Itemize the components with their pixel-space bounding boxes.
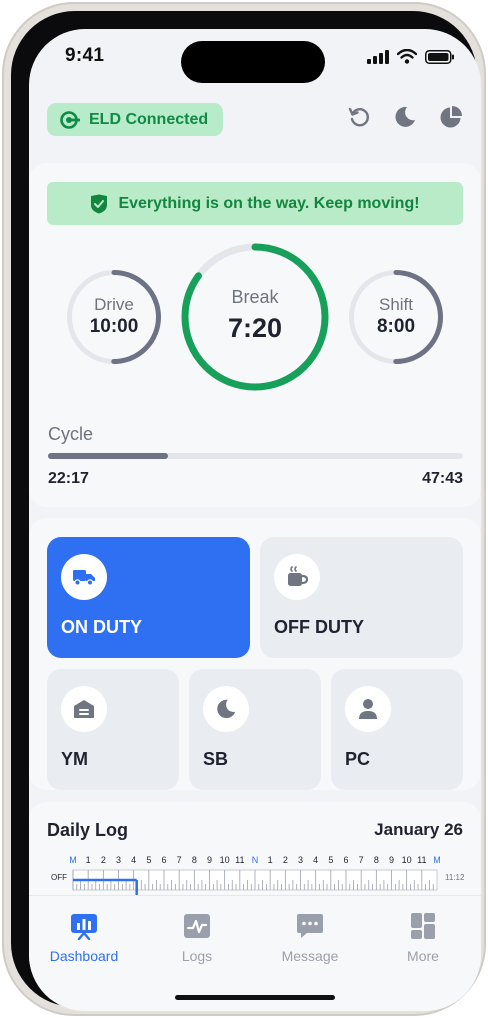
tab-logs-label: Logs <box>181 948 213 964</box>
device-bezel: 9:41 ELD Connected Everything is on the … <box>11 11 481 1011</box>
tab-bar: Dashboard Logs Message More <box>29 895 481 1011</box>
on-duty-button[interactable]: ON DUTY <box>47 537 250 658</box>
tab-more-label: More <box>407 948 439 964</box>
break-label: Break <box>231 287 279 307</box>
pc-label: PC <box>345 749 371 769</box>
dynamic-island <box>181 41 325 83</box>
log-hour-label: 1 <box>86 855 91 865</box>
log-hour-label: 9 <box>389 855 394 865</box>
cycle-remaining: 47:43 <box>422 470 463 487</box>
drive-gauge: Drive 10:00 <box>66 269 162 365</box>
app-screen: 9:41 ELD Connected Everything is on the … <box>29 29 481 1011</box>
tab-dashboard-label: Dashboard <box>49 948 119 964</box>
log-row-label: OFF <box>51 873 67 882</box>
log-hour-label: 3 <box>116 855 121 865</box>
tab-message[interactable]: Message <box>255 912 365 964</box>
shield-check-icon <box>91 194 108 213</box>
log-hour-label: M <box>433 855 441 865</box>
sb-button[interactable]: SB <box>189 669 321 790</box>
status-time: 9:41 <box>65 45 105 66</box>
eld-link-icon <box>60 110 80 129</box>
log-hour-label: 10 <box>220 855 230 865</box>
person-icon <box>345 686 391 732</box>
log-hour-label: 10 <box>402 855 412 865</box>
log-hour-label: 11 <box>235 855 244 865</box>
log-hour-label: 2 <box>283 855 288 865</box>
cycle-progress-bar <box>48 453 463 459</box>
sb-label: SB <box>203 749 229 769</box>
sleeper-moon-icon <box>203 686 249 732</box>
hos-card: Everything is on the way. Keep moving! D… <box>29 163 481 507</box>
grid-icon <box>411 913 435 939</box>
log-hour-label: 7 <box>359 855 364 865</box>
ym-label: YM <box>61 749 88 769</box>
log-hour-label: 4 <box>131 855 136 865</box>
log-hour-label: 6 <box>161 855 166 865</box>
cycle-label: Cycle <box>48 424 94 444</box>
log-row-total: 11:12 <box>445 873 465 882</box>
cycle-used: 22:17 <box>48 470 89 487</box>
coffee-icon <box>274 554 320 600</box>
logs-icon <box>184 914 210 938</box>
log-hour-label: 3 <box>298 855 303 865</box>
yard-icon <box>61 686 107 732</box>
timer-gauges: Drive 10:00 Break 7:20 Shift 8:00 <box>29 243 481 403</box>
cycle-progress-fill <box>48 453 169 459</box>
off-duty-label: OFF DUTY <box>274 617 364 637</box>
daily-log-title: Daily Log <box>47 820 129 840</box>
message-icon <box>297 914 323 938</box>
shift-value: 8:00 <box>376 316 416 337</box>
pc-button[interactable]: PC <box>331 669 463 790</box>
device-frame: 9:41 ELD Connected Everything is on the … <box>2 2 486 1016</box>
tab-message-label: Message <box>281 948 339 964</box>
log-hour-label: 7 <box>177 855 182 865</box>
home-indicator <box>175 995 335 1000</box>
log-hour-label: 8 <box>374 855 379 865</box>
on-duty-label: ON DUTY <box>61 617 142 637</box>
log-hour-label: M <box>69 855 77 865</box>
shift-gauge: Shift 8:00 <box>348 269 444 365</box>
truck-icon <box>61 554 107 600</box>
log-hour-label: N <box>252 855 259 865</box>
header-actions <box>347 105 463 129</box>
log-hour-label: 11 <box>417 855 426 865</box>
tab-more[interactable]: More <box>368 912 478 964</box>
tab-logs[interactable]: Logs <box>142 912 252 964</box>
shift-label: Shift <box>378 295 414 314</box>
eld-status-text: ELD Connected <box>89 110 209 128</box>
daily-log-date: January 26 <box>374 820 463 839</box>
battery-icon <box>425 49 454 64</box>
log-hour-label: 5 <box>328 855 333 865</box>
moon-icon[interactable] <box>393 105 417 129</box>
refresh-icon[interactable] <box>347 105 371 129</box>
drive-label: Drive <box>94 295 134 314</box>
log-hour-label: 6 <box>343 855 348 865</box>
drive-value: 10:00 <box>89 316 139 337</box>
off-duty-button[interactable]: OFF DUTY <box>260 537 463 658</box>
pie-chart-icon[interactable] <box>439 105 463 129</box>
log-hour-label: 8 <box>192 855 197 865</box>
wifi-icon <box>397 49 417 64</box>
ym-button[interactable]: YM <box>47 669 179 790</box>
duty-status-card: ON DUTY OFF DUTY YM SB PC <box>29 518 481 790</box>
status-alert: Everything is on the way. Keep moving! <box>47 182 463 225</box>
tab-dashboard[interactable]: Dashboard <box>29 912 139 964</box>
status-icons <box>367 49 455 64</box>
log-hour-label: 5 <box>146 855 151 865</box>
log-hour-label: 1 <box>268 855 273 865</box>
break-value: 7:20 <box>227 313 283 343</box>
signal-icon <box>367 49 389 64</box>
alert-message: Everything is on the way. Keep moving! <box>118 194 420 212</box>
log-hour-label: 2 <box>101 855 106 865</box>
eld-status-badge[interactable]: ELD Connected <box>47 103 223 136</box>
dashboard-icon <box>71 914 97 940</box>
log-hour-label: 4 <box>313 855 318 865</box>
log-hour-label: 9 <box>207 855 212 865</box>
break-gauge: Break 7:20 <box>181 243 329 391</box>
